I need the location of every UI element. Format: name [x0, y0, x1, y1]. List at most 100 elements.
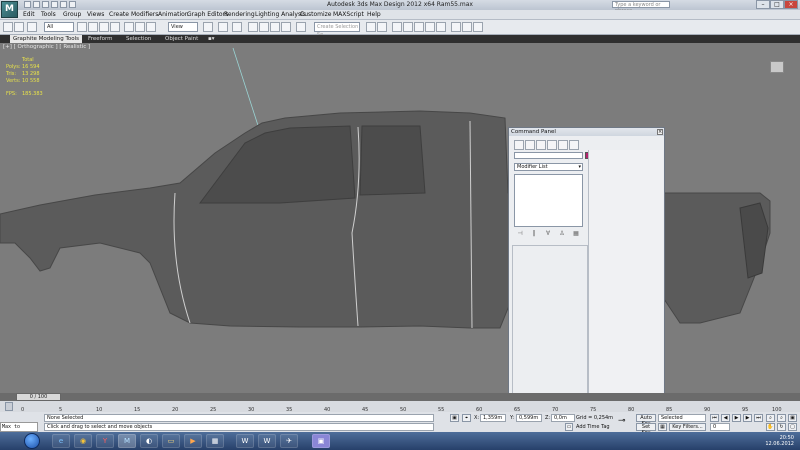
named-selection-dropdown[interactable]: Create Selection Se	[314, 22, 360, 38]
tab-selection[interactable]: Selection	[126, 36, 151, 42]
minimize-button[interactable]: –	[756, 0, 770, 9]
app-icon[interactable]: ▣	[312, 434, 330, 448]
reference-coordinate-dropdown[interactable]: View	[168, 22, 198, 32]
tab-graphite-modeling-tools[interactable]: Graphite Modeling Tools	[10, 35, 83, 43]
pivot-center-icon[interactable]	[203, 22, 213, 32]
x-coordinate-field[interactable]: 1,359m	[480, 414, 506, 422]
menu-lighting-analysis[interactable]: Lighting Analysis	[255, 11, 306, 18]
z-coordinate-field[interactable]: 0,0m	[551, 414, 575, 422]
menu-animation[interactable]: Animation	[158, 11, 189, 18]
set-key-button[interactable]: Set Key	[636, 423, 656, 436]
folder-icon[interactable]: ▭	[162, 434, 180, 448]
maximize-button[interactable]: □	[770, 0, 784, 9]
select-move-icon[interactable]	[124, 22, 134, 32]
menu-edit[interactable]: Edit	[23, 11, 35, 18]
ribbon-options-icon[interactable]: ▪▾	[208, 36, 215, 42]
play-icon[interactable]: ▶	[732, 414, 741, 422]
key-tangent-icon[interactable]: ▦	[658, 423, 667, 431]
undo-icon[interactable]	[51, 1, 58, 8]
absolute-mode-icon[interactable]: ⌖	[462, 414, 471, 422]
maximize-viewport-icon[interactable]: ▢	[788, 423, 797, 431]
align-icon[interactable]	[377, 22, 387, 32]
remove-modifier-icon[interactable]: ♙	[558, 230, 566, 238]
key-mode-dropdown[interactable]: Selected	[658, 414, 706, 422]
menu-create[interactable]: Create	[109, 11, 129, 18]
add-time-tag[interactable]: Add Time Tag	[576, 424, 610, 430]
select-object-icon[interactable]	[77, 22, 87, 32]
time-tag-icon[interactable]: ▭	[565, 423, 573, 431]
menu-customize[interactable]: Customize	[300, 11, 332, 18]
select-scale-icon[interactable]	[146, 22, 156, 32]
select-rotate-icon[interactable]	[135, 22, 145, 32]
previous-frame-icon[interactable]: ◀	[721, 414, 730, 422]
airplane-icon[interactable]: ✈	[280, 434, 298, 448]
zoom-extents-icon[interactable]: ▣	[788, 414, 797, 422]
time-slider[interactable]: 0 / 100	[0, 393, 800, 401]
modifier-list-dropdown[interactable]: Modifier List ▾	[514, 163, 583, 171]
create-tab-icon[interactable]	[514, 140, 524, 150]
layer-manager-icon[interactable]	[392, 22, 402, 32]
key-filters-button[interactable]: Key Filters...	[669, 423, 706, 431]
menu-help[interactable]: Help	[367, 11, 381, 18]
make-unique-icon[interactable]: ∀	[544, 230, 552, 238]
angle-snap-icon[interactable]	[259, 22, 269, 32]
render-setup-icon[interactable]	[451, 22, 461, 32]
mirror-icon[interactable]	[366, 22, 376, 32]
word-icon[interactable]: W	[258, 434, 276, 448]
orbit-icon[interactable]: ↻	[777, 423, 786, 431]
app-logo-icon[interactable]: M	[1, 1, 18, 18]
edit-named-selection-icon[interactable]	[296, 22, 306, 32]
yandex-icon[interactable]: Y	[96, 434, 114, 448]
menu-graph-editors[interactable]: Graph Editors	[187, 11, 228, 18]
menu-modifiers[interactable]: Modifiers	[131, 11, 158, 18]
menu-maxscript[interactable]: MAXScript	[333, 11, 364, 18]
save-file-icon[interactable]	[42, 1, 49, 8]
tab-object-paint[interactable]: Object Paint	[165, 36, 198, 42]
app-icon[interactable]: ▦	[206, 434, 224, 448]
viewport-orthographic[interactable]: [+] [ Orthographic ] [ Realistic ] Total…	[0, 43, 800, 398]
selection-filter-dropdown[interactable]: All	[44, 22, 74, 32]
new-file-icon[interactable]	[24, 1, 31, 8]
render-production-icon[interactable]	[473, 22, 483, 32]
auto-key-button[interactable]: Auto Key	[636, 414, 656, 427]
modifier-stack-list[interactable]	[514, 174, 583, 227]
time-slider-thumb[interactable]: 0 / 100	[16, 393, 61, 401]
redo-icon[interactable]	[60, 1, 67, 8]
object-name-field[interactable]	[514, 152, 583, 159]
graphite-toggle-icon[interactable]	[403, 22, 413, 32]
utilities-tab-icon[interactable]	[569, 140, 579, 150]
current-frame-field[interactable]: 0	[710, 423, 730, 431]
open-file-icon[interactable]	[33, 1, 40, 8]
undo-icon[interactable]	[3, 22, 13, 32]
menu-group[interactable]: Group	[63, 11, 81, 18]
hierarchy-tab-icon[interactable]	[536, 140, 546, 150]
3dsmax-taskbar-icon[interactable]: M	[118, 434, 136, 448]
keyboard-shortcut-icon[interactable]	[232, 22, 242, 32]
window-crossing-icon[interactable]	[110, 22, 120, 32]
truck-model[interactable]	[0, 43, 800, 398]
select-by-name-icon[interactable]	[88, 22, 98, 32]
material-editor-icon[interactable]	[436, 22, 446, 32]
media-icon[interactable]: ◐	[140, 434, 158, 448]
rectangular-selection-icon[interactable]	[99, 22, 109, 32]
go-to-end-icon[interactable]: ⏭	[754, 414, 763, 422]
zoom-icon[interactable]: ⌕	[766, 414, 775, 422]
percent-snap-icon[interactable]	[270, 22, 280, 32]
start-button[interactable]	[24, 433, 40, 449]
menu-rendering[interactable]: Rendering	[224, 11, 255, 18]
chrome-icon[interactable]: ◉	[74, 434, 92, 448]
maxscript-listener[interactable]: Max to Physc	[0, 422, 38, 438]
spinner-snap-icon[interactable]	[281, 22, 291, 32]
motion-tab-icon[interactable]	[547, 140, 557, 150]
tab-freeform[interactable]: Freeform	[88, 36, 113, 42]
go-to-start-icon[interactable]: ⏮	[710, 414, 719, 422]
select-manipulate-icon[interactable]	[218, 22, 228, 32]
curve-editor-icon[interactable]	[414, 22, 424, 32]
schematic-view-icon[interactable]	[425, 22, 435, 32]
close-button[interactable]: ×	[784, 0, 798, 9]
search-input[interactable]: Type a keyword or phrase	[612, 1, 670, 14]
project-folder-icon[interactable]	[69, 1, 76, 8]
configure-modifier-sets-icon[interactable]: ▦	[572, 230, 580, 238]
rendered-frame-window-icon[interactable]	[462, 22, 472, 32]
system-clock[interactable]: 20:50 12.06.2012	[765, 435, 794, 447]
